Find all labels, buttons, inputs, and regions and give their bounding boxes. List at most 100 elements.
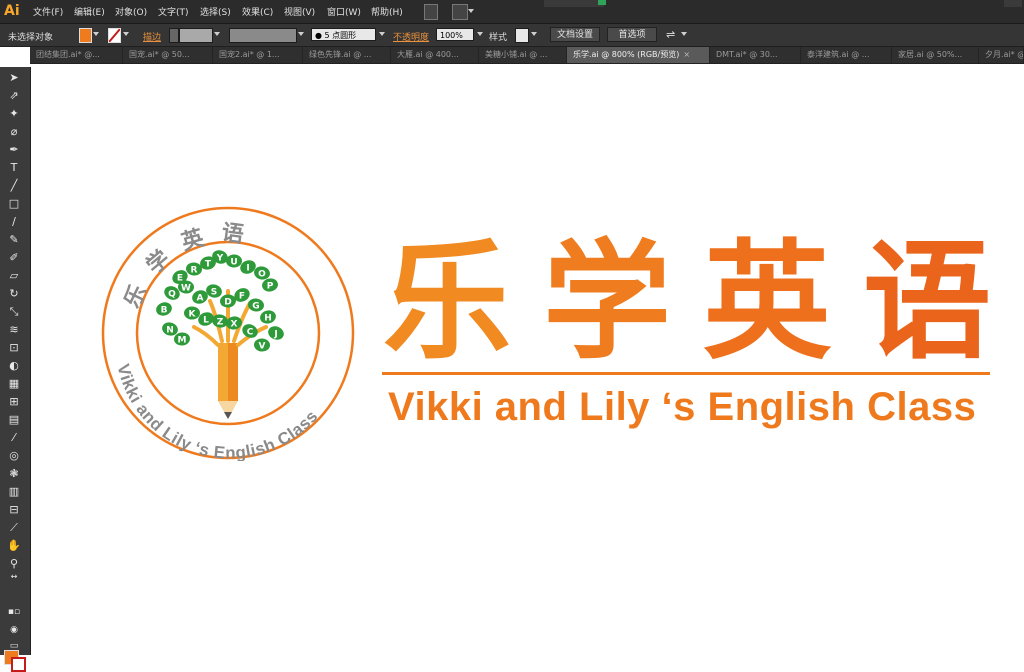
selection-status: 未选择对象 [8, 33, 54, 43]
color-mode-icon[interactable]: ▪▫ [7, 605, 21, 619]
artboard-tool-icon[interactable]: ⊟ [7, 503, 21, 517]
brush-dropdown-icon[interactable] [379, 32, 385, 36]
leaf-letter: V [259, 342, 266, 352]
style-dropdown-icon[interactable] [531, 32, 537, 36]
arrange-dropdown-icon[interactable] [468, 9, 474, 13]
tab-document[interactable]: DMT.ai* @ 30... [710, 47, 801, 63]
minimize-icon[interactable] [1004, 0, 1022, 7]
profile-dropdown-icon[interactable] [298, 32, 304, 36]
mesh-tool-icon[interactable]: ⊞ [7, 395, 21, 409]
gradient-tool-icon[interactable]: ▤ [7, 413, 21, 427]
wordmark-char: 语 [862, 228, 993, 377]
stroke-dropdown-icon[interactable] [123, 32, 129, 36]
line-tool-icon[interactable]: ╱ [7, 179, 21, 193]
free-transform-tool-icon[interactable]: ⊡ [7, 341, 21, 355]
scale-tool-icon[interactable]: ⤡ [7, 305, 21, 319]
screen-mode-icon[interactable]: ▭ [7, 639, 21, 653]
tab-document[interactable]: 国宠2.ai* @ 1... [213, 47, 303, 63]
lasso-tool-icon[interactable]: ⌀ [7, 125, 21, 139]
tab-document[interactable]: 家居.ai @ 50%... [892, 47, 979, 63]
paintbrush-tool-icon[interactable]: ∕ [7, 215, 21, 229]
menu-view[interactable]: 视图(V) [284, 5, 315, 18]
tab-label: 夕月.ai* @ ... [985, 50, 1023, 59]
tab-document[interactable]: 绿色先锋.ai @ ... [303, 47, 391, 63]
close-tab-icon[interactable]: × [683, 50, 690, 59]
document-setup-button[interactable]: 文档设置 [550, 27, 600, 42]
bridge-icon[interactable] [424, 4, 438, 20]
style-swatch[interactable] [515, 28, 529, 43]
menu-edit[interactable]: 编辑(E) [74, 5, 105, 18]
menu-window[interactable]: 窗口(W) [327, 5, 361, 18]
eraser-tool-icon[interactable]: ▱ [7, 269, 21, 283]
menu-type[interactable]: 文字(T) [158, 5, 189, 18]
warp-tool-icon[interactable]: ≋ [7, 323, 21, 337]
symbol-sprayer-tool-icon[interactable]: ❃ [7, 467, 21, 481]
stroke-swatch[interactable] [108, 28, 121, 43]
rectangle-tool-icon[interactable]: □ [7, 197, 21, 211]
blob-brush-tool-icon[interactable]: ✐ [7, 251, 21, 265]
stroke-weight-dropdown-icon[interactable] [214, 32, 220, 36]
draw-mode-icon[interactable]: ◉ [7, 623, 21, 637]
fill-dropdown-icon[interactable] [93, 32, 99, 36]
arrange-icon[interactable]: ⇌ [666, 28, 675, 41]
selection-tool-icon[interactable]: ➤ [7, 71, 21, 85]
brush-definition-field[interactable]: ● 5 点圆形 [311, 28, 376, 41]
tab-document[interactable]: 国宠.ai* @ 50... [123, 47, 213, 63]
leaf-letter: X [231, 320, 238, 330]
rotate-tool-icon[interactable]: ↻ [7, 287, 21, 301]
zoom-tool-icon[interactable]: ⚲ [7, 557, 21, 571]
fill-swatch[interactable] [79, 28, 92, 43]
pencil-tool-icon[interactable]: ✎ [7, 233, 21, 247]
preferences-button[interactable]: 首选项 [607, 27, 657, 42]
opacity-label[interactable]: 不透明度 [393, 30, 429, 43]
tab-document[interactable]: 夕月.ai* @ ... [979, 47, 1024, 63]
opacity-input[interactable]: 100% [436, 28, 474, 41]
leaf-letter: T [205, 260, 212, 270]
leaf-letter: F [239, 292, 245, 302]
wordmark-subtitle: Vikki and Lily ‘s English Class [388, 385, 977, 429]
variable-width-profile[interactable] [229, 28, 297, 43]
tab-document[interactable]: 团结集团.ai* @... [30, 47, 123, 63]
eyedropper-tool-icon[interactable]: ⁄ [7, 431, 21, 445]
stroke-weight-stepper[interactable] [169, 28, 179, 43]
tab-document-active[interactable]: 乐学.ai @ 800% (RGB/预览) × [567, 47, 710, 63]
menu-object[interactable]: 对象(O) [115, 5, 147, 18]
shape-builder-tool-icon[interactable]: ◐ [7, 359, 21, 373]
arrange-documents-icon[interactable] [452, 4, 468, 20]
wordmark-char: 乐 [383, 228, 514, 377]
leaf-letter: I [246, 264, 249, 274]
menu-effect[interactable]: 效果(C) [242, 5, 273, 18]
pen-tool-icon[interactable]: ✒ [7, 143, 21, 157]
menu-help[interactable]: 帮助(H) [371, 5, 403, 18]
hand-tool-icon[interactable]: ✋ [7, 539, 21, 553]
stroke-label[interactable]: 描边 [143, 30, 161, 43]
tab-document[interactable]: 美糖小铺.ai @ ... [479, 47, 567, 63]
swap-fill-stroke-icon[interactable]: ↔ [7, 570, 21, 584]
stroke-weight-input[interactable] [179, 28, 213, 43]
column-graph-tool-icon[interactable]: ▥ [7, 485, 21, 499]
tab-label: 泰洋建筑.ai @ ... [807, 50, 870, 59]
magic-wand-tool-icon[interactable]: ✦ [7, 107, 21, 121]
leaf-letter: R [191, 266, 198, 276]
wordmark-char: 英 [702, 228, 833, 377]
window-title-strip [544, 0, 604, 7]
tab-label: 国宠.ai* @ 50... [129, 50, 190, 59]
opacity-dropdown-icon[interactable] [477, 32, 483, 36]
leaf-letter: C [247, 328, 254, 338]
tab-document[interactable]: 泰洋建筑.ai @ ... [801, 47, 892, 63]
menu-select[interactable]: 选择(S) [200, 5, 231, 18]
blend-tool-icon[interactable]: ◎ [7, 449, 21, 463]
stroke-color-swatch[interactable] [11, 657, 26, 672]
wordmark-chinese: 乐 学 英 语 [383, 228, 993, 377]
control-menu-dropdown-icon[interactable] [681, 32, 687, 36]
brush-dot-icon: ● [315, 31, 325, 40]
perspective-tool-icon[interactable]: ▦ [7, 377, 21, 391]
type-tool-icon[interactable]: T [7, 161, 21, 175]
direct-selection-tool-icon[interactable]: ⇗ [7, 89, 21, 103]
brush-value: 5 点圆形 [324, 31, 357, 40]
tab-document[interactable]: 大雁.ai @ 400... [391, 47, 479, 63]
circle-bottom-text: Vikki and Lily ‘s English Class [114, 362, 322, 461]
menu-file[interactable]: 文件(F) [33, 5, 63, 18]
leaf-letter: A [197, 294, 204, 304]
slice-tool-icon[interactable]: ⟋ [7, 521, 21, 535]
